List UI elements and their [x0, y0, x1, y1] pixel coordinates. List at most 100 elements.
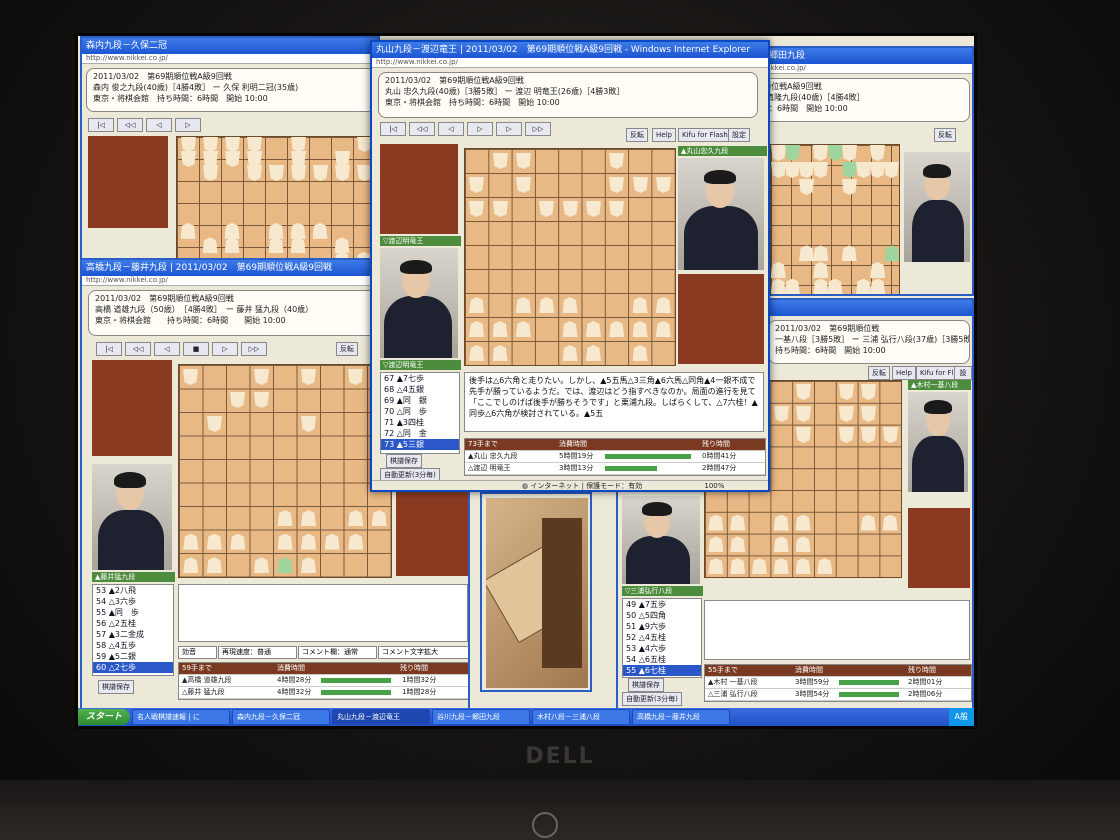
shogi-piece[interactable]: [183, 557, 199, 574]
shogi-piece[interactable]: [799, 245, 815, 262]
shogi-piece[interactable]: [884, 162, 899, 178]
shogi-piece[interactable]: [253, 557, 269, 574]
shogi-piece[interactable]: [586, 201, 601, 217]
shogi-piece[interactable]: [469, 201, 484, 217]
move-item[interactable]: 59 ▲5二銀: [93, 651, 173, 662]
shogi-board[interactable]: [770, 144, 900, 294]
shogi-piece[interactable]: [312, 222, 328, 239]
shogi-piece[interactable]: [860, 514, 876, 531]
shogi-piece[interactable]: [469, 297, 485, 313]
move-item[interactable]: 54 △3六歩: [93, 596, 173, 607]
shogi-piece[interactable]: [861, 384, 876, 400]
help-button[interactable]: Help: [892, 366, 916, 380]
shogi-piece[interactable]: [562, 321, 578, 337]
move-item[interactable]: 52 △4五桂: [623, 632, 701, 643]
shogi-piece[interactable]: [269, 165, 284, 181]
play-button[interactable]: ▷: [212, 342, 238, 356]
shogi-piece[interactable]: [516, 153, 531, 169]
address-bar[interactable]: http://www.nikkei.co.jp/: [82, 54, 378, 64]
shogi-piece[interactable]: [224, 237, 240, 254]
move-item[interactable]: 53 ▲2八飛: [93, 585, 173, 596]
shogi-piece[interactable]: [230, 533, 246, 550]
shogi-piece[interactable]: [290, 237, 306, 254]
window-title[interactable]: 丸山九段－渡辺竜王 | 2011/03/02 第69期順位戦A級9回戦 - Wi…: [372, 42, 768, 58]
shogi-piece[interactable]: [291, 136, 306, 152]
shogi-piece[interactable]: [773, 514, 789, 531]
save-kifu-button[interactable]: 棋譜保存: [98, 680, 134, 694]
shogi-piece[interactable]: [870, 262, 886, 278]
shogi-piece[interactable]: [203, 136, 218, 152]
shogi-piece[interactable]: [469, 321, 485, 337]
reverse-button[interactable]: 反転: [626, 128, 648, 142]
shogi-piece[interactable]: [348, 369, 363, 385]
shogi-piece[interactable]: [371, 510, 387, 527]
shogi-piece[interactable]: [842, 145, 857, 161]
shogi-piece[interactable]: [206, 557, 222, 574]
shogi-piece[interactable]: [609, 153, 624, 169]
shogi-piece[interactable]: [839, 427, 854, 443]
move-item[interactable]: 49 ▲7五歩: [623, 599, 701, 610]
shogi-piece[interactable]: [730, 514, 746, 531]
shogi-piece[interactable]: [633, 177, 648, 193]
shogi-piece[interactable]: [813, 262, 829, 278]
window-maruyama-watanabe[interactable]: 丸山九段－渡辺竜王 | 2011/03/02 第69期順位戦A級9回戦 - Wi…: [370, 40, 770, 492]
shogi-piece[interactable]: [301, 416, 316, 432]
move-item[interactable]: 71 ▲3四桂: [381, 417, 459, 428]
shogi-piece[interactable]: [183, 533, 199, 550]
shogi-piece[interactable]: [774, 406, 789, 422]
shogi-piece[interactable]: [301, 557, 317, 574]
task-item[interactable]: 高橋九段－藤井九段: [632, 709, 731, 725]
move-item[interactable]: 54 △6五桂: [623, 654, 701, 665]
first-button[interactable]: |◁: [380, 122, 406, 136]
shogi-piece[interactable]: [773, 536, 789, 553]
back-button[interactable]: ◁: [438, 122, 464, 136]
shogi-piece[interactable]: [203, 151, 218, 167]
back-button[interactable]: ◁: [146, 118, 172, 132]
shogi-piece[interactable]: [335, 165, 350, 181]
shogi-piece[interactable]: [247, 136, 262, 152]
task-item[interactable]: 名人戦棋譜速報 | に: [132, 709, 231, 725]
shogi-piece[interactable]: [632, 321, 648, 337]
shogi-piece[interactable]: [225, 136, 240, 152]
shogi-piece[interactable]: [291, 165, 306, 181]
shogi-piece[interactable]: [609, 321, 625, 337]
move-item[interactable]: 72 △同 金: [381, 428, 459, 439]
shogi-piece[interactable]: [785, 162, 800, 178]
shogi-piece[interactable]: [656, 177, 671, 193]
help-button[interactable]: Help: [652, 128, 676, 142]
auto-update-select[interactable]: 自動更新(3分毎): [622, 692, 682, 706]
shogi-piece[interactable]: [469, 177, 484, 193]
shogi-piece[interactable]: [324, 533, 340, 550]
shogi-board[interactable]: [176, 136, 376, 264]
shogi-piece[interactable]: [655, 297, 671, 313]
shogi-piece[interactable]: [730, 536, 746, 553]
back-button[interactable]: ◁: [154, 342, 180, 356]
shogi-piece[interactable]: [870, 162, 885, 178]
shogi-piece[interactable]: [515, 321, 531, 337]
shogi-piece[interactable]: [493, 153, 508, 169]
window-moriuchi-kubo[interactable]: 森内九段－久保二冠 http://www.nikkei.co.jp/ 2011/…: [80, 36, 380, 266]
comment-enlarge-checkbox[interactable]: コメント文字拡大: [378, 646, 468, 659]
shogi-piece[interactable]: [247, 165, 262, 181]
shogi-piece[interactable]: [795, 536, 811, 553]
move-item[interactable]: 69 ▲同 銀: [381, 395, 459, 406]
shogi-piece[interactable]: [301, 510, 317, 527]
window-photo[interactable]: [480, 492, 592, 692]
shogi-piece[interactable]: [563, 201, 578, 217]
shogi-piece[interactable]: [585, 345, 601, 361]
shogi-piece[interactable]: [493, 201, 508, 217]
move-item[interactable]: 70 △同 歩: [381, 406, 459, 417]
shogi-piece[interactable]: [348, 533, 364, 550]
shogi-piece[interactable]: [203, 165, 218, 181]
comment-size-select[interactable]: コメント欄：通常: [298, 646, 377, 659]
sound-toggle[interactable]: 効音: [178, 646, 217, 659]
shogi-piece[interactable]: [225, 151, 240, 167]
shogi-piece[interactable]: [313, 165, 328, 181]
back10-button[interactable]: ◁◁: [409, 122, 435, 136]
shogi-piece[interactable]: [254, 369, 269, 385]
move-list[interactable]: 53 ▲2八飛 54 △3六歩 55 ▲同 歩 56 △2五桂 57 ▲3二金成…: [92, 584, 174, 676]
shogi-piece[interactable]: [796, 427, 811, 443]
shogi-piece[interactable]: [539, 201, 554, 217]
shogi-piece[interactable]: [813, 162, 828, 178]
shogi-piece[interactable]: [202, 237, 218, 254]
